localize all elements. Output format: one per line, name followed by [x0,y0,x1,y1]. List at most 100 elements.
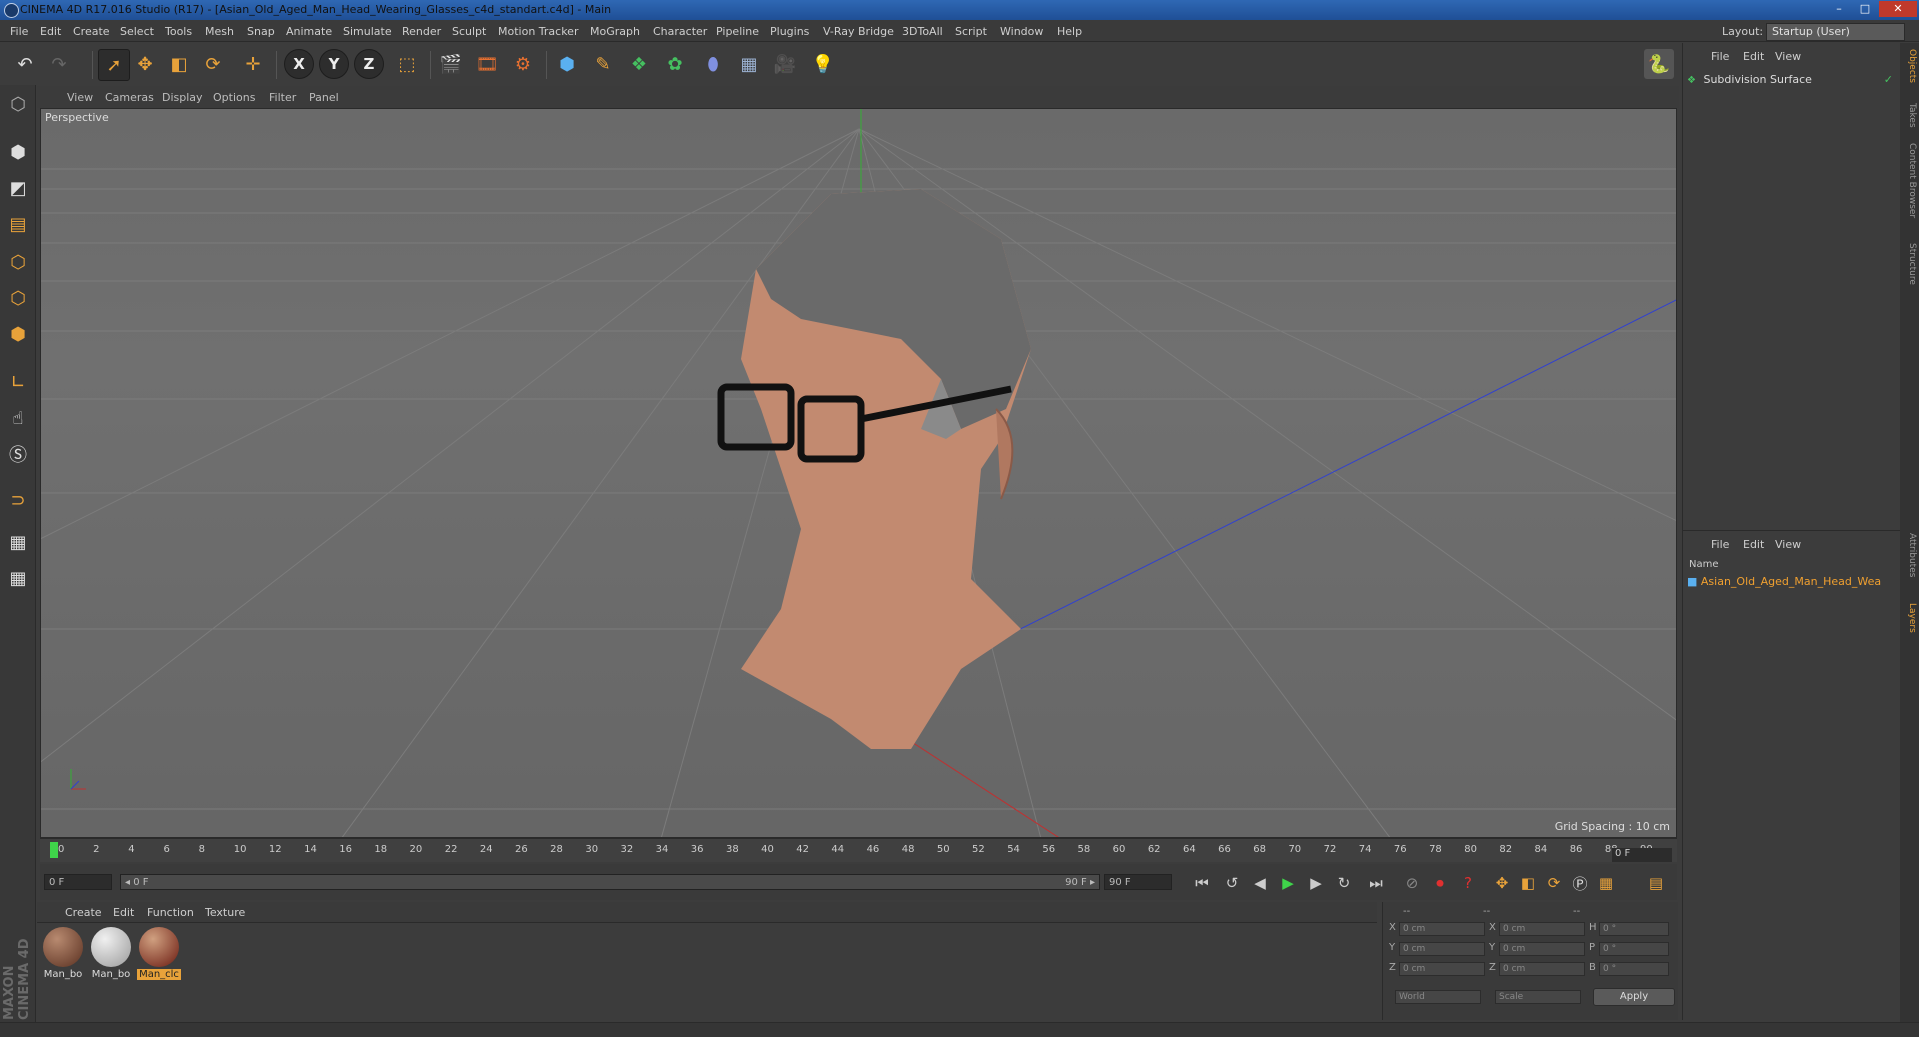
menu-character[interactable]: Character [653,25,707,38]
rotate-icon[interactable]: ⟳ [198,49,228,79]
menu-sculpt[interactable]: Sculpt [452,25,486,38]
size-z-field[interactable]: 0 cm [1499,962,1585,976]
grid-lock-icon[interactable]: ▦ [3,527,33,557]
menu-tools[interactable]: Tools [165,25,192,38]
menu-simulate[interactable]: Simulate [343,25,392,38]
start-frame-field[interactable]: 0 F [44,874,112,890]
viewport-menu-cameras[interactable]: Cameras [105,91,154,104]
tab-takes[interactable]: Takes [1902,103,1917,128]
tab-layers[interactable]: Layers [1902,603,1917,633]
rotation-p-field[interactable]: 0 ° [1599,942,1669,956]
rotation-h-field[interactable]: 0 ° [1599,922,1669,936]
y-axis-lock-button[interactable]: Y [319,49,349,79]
z-axis-lock-button[interactable]: Z [354,49,384,79]
layer-menu-edit[interactable]: Edit [1743,538,1764,551]
mograph-cloner-icon[interactable]: ✿ [660,49,690,79]
viewport-menu-view[interactable]: View [67,91,93,104]
coordinate-mode-dropdown[interactable]: World [1395,990,1481,1004]
menu-select[interactable]: Select [120,25,154,38]
menu-3dtoall[interactable]: 3DToAll [902,25,943,38]
prev-key-icon[interactable]: ↺ [1220,872,1244,894]
position-z-field[interactable]: 0 cm [1399,962,1485,976]
viewport-menu-panel[interactable]: Panel [309,91,339,104]
texture-mode-icon[interactable]: ◩ [3,173,33,203]
python-icon[interactable]: 🐍 [1644,49,1674,79]
viewport-menu-display[interactable]: Display [162,91,203,104]
end-frame-field[interactable]: 90 F [1104,874,1172,890]
object-menu-edit[interactable]: Edit [1743,50,1764,63]
render-settings-icon[interactable]: ⚙ [508,49,538,79]
material-menu-create[interactable]: Create [65,906,102,919]
position-y-field[interactable]: 0 cm [1399,942,1485,956]
layer-menu-file[interactable]: File [1711,538,1729,551]
tab-structure[interactable]: Structure [1902,243,1917,285]
grid-snap-icon[interactable]: ▦ [3,563,33,593]
points-mode-icon[interactable]: ⬡ [3,247,33,277]
material-swatch-selected[interactable]: Man_clc [137,927,181,980]
rotation-b-field[interactable]: 0 ° [1599,962,1669,976]
next-frame-icon[interactable]: ▶ [1304,872,1328,894]
model-mode-icon[interactable]: ⬢ [3,137,33,167]
record-icon[interactable]: ⏺ [1428,872,1452,894]
cube-icon[interactable]: ⬢ [552,49,582,79]
select-cursor-icon[interactable]: ➚ [98,49,130,81]
menu-plugins[interactable]: Plugins [770,25,809,38]
light-icon[interactable]: 💡 [808,49,838,79]
tweak-mode-icon[interactable]: ☝ [3,403,33,433]
object-row[interactable]: ❖ Subdivision Surface ✓ [1687,73,1897,89]
menu-mesh[interactable]: Mesh [205,25,234,38]
play-icon[interactable]: ▶ [1276,872,1300,894]
make-editable-icon[interactable]: ⬡ [3,89,33,119]
coordinate-system-icon[interactable]: ⬚ [392,49,422,79]
autokey-icon[interactable]: ? [1456,872,1480,894]
tab-attributes[interactable]: Attributes [1902,533,1917,577]
polygons-mode-icon[interactable]: ⬢ [3,319,33,349]
minimize-button[interactable]: – [1827,1,1851,17]
timeline-ruler[interactable]: 0 2 4 6 8 10 12 14 16 18 20 22 24 26 28 30 32 34 36 38 40 42 4… [40,838,1677,862]
position-x-field[interactable]: 0 cm [1399,922,1485,936]
material-swatch[interactable]: Man_bo [41,927,85,980]
move-icon[interactable]: ✥ [130,49,160,79]
menu-mograph[interactable]: MoGraph [590,25,640,38]
axis-mode-icon[interactable]: ∟ [3,367,33,397]
timeline-playhead[interactable] [50,842,58,858]
viewport-menu-options[interactable]: Options [213,91,255,104]
material-menu-edit[interactable]: Edit [113,906,134,919]
x-axis-lock-button[interactable]: X [284,49,314,79]
layout-dropdown[interactable]: Startup (User) [1766,23,1905,41]
layer-menu-view[interactable]: View [1775,538,1801,551]
size-mode-dropdown[interactable]: Scale [1495,990,1581,1004]
menu-pipeline[interactable]: Pipeline [716,25,759,38]
menu-render[interactable]: Render [402,25,441,38]
material-menu-function[interactable]: Function [147,906,194,919]
current-frame-field[interactable]: 0 F [1612,848,1672,862]
menu-motion-tracker[interactable]: Motion Tracker [498,25,578,38]
size-x-field[interactable]: 0 cm [1499,922,1585,936]
floor-icon[interactable]: ▦ [734,49,764,79]
object-visible-check-icon[interactable]: ✓ [1884,73,1893,86]
snap-icon[interactable]: Ⓢ [3,439,33,469]
material-swatch[interactable]: Man_bo [89,927,133,980]
material-menu-texture[interactable]: Texture [205,906,245,919]
keyframe-selection-icon[interactable]: ⊘ [1400,872,1424,894]
goto-start-icon[interactable]: ⏮ [1190,872,1214,894]
workplane-mode-icon[interactable]: ▤ [3,209,33,239]
object-menu-view[interactable]: View [1775,50,1801,63]
maximize-button[interactable]: □ [1853,1,1877,17]
tab-content-browser[interactable]: Content Browser [1902,143,1917,218]
frame-range-slider[interactable]: ◂ 0 F 90 F ▸ [120,874,1100,890]
edges-mode-icon[interactable]: ⬡ [3,283,33,313]
menu-script[interactable]: Script [955,25,987,38]
subdivision-icon[interactable]: ❖ [624,49,654,79]
render-view-icon[interactable]: 🎬 [436,49,466,79]
redo-icon[interactable]: ↷ [44,49,74,79]
apply-button[interactable]: Apply [1593,988,1675,1006]
layer-row[interactable]: ■ Asian_Old_Aged_Man_Head_Wea [1687,575,1897,591]
prev-frame-icon[interactable]: ◀ [1248,872,1272,894]
menu-help[interactable]: Help [1057,25,1082,38]
key-position-icon[interactable]: ✥ [1490,872,1514,894]
viewport-menu-filter[interactable]: Filter [269,91,296,104]
camera-icon[interactable]: 🎥 [770,49,800,79]
menu-edit[interactable]: Edit [40,25,61,38]
transform-icon[interactable]: ✛ [238,49,268,79]
